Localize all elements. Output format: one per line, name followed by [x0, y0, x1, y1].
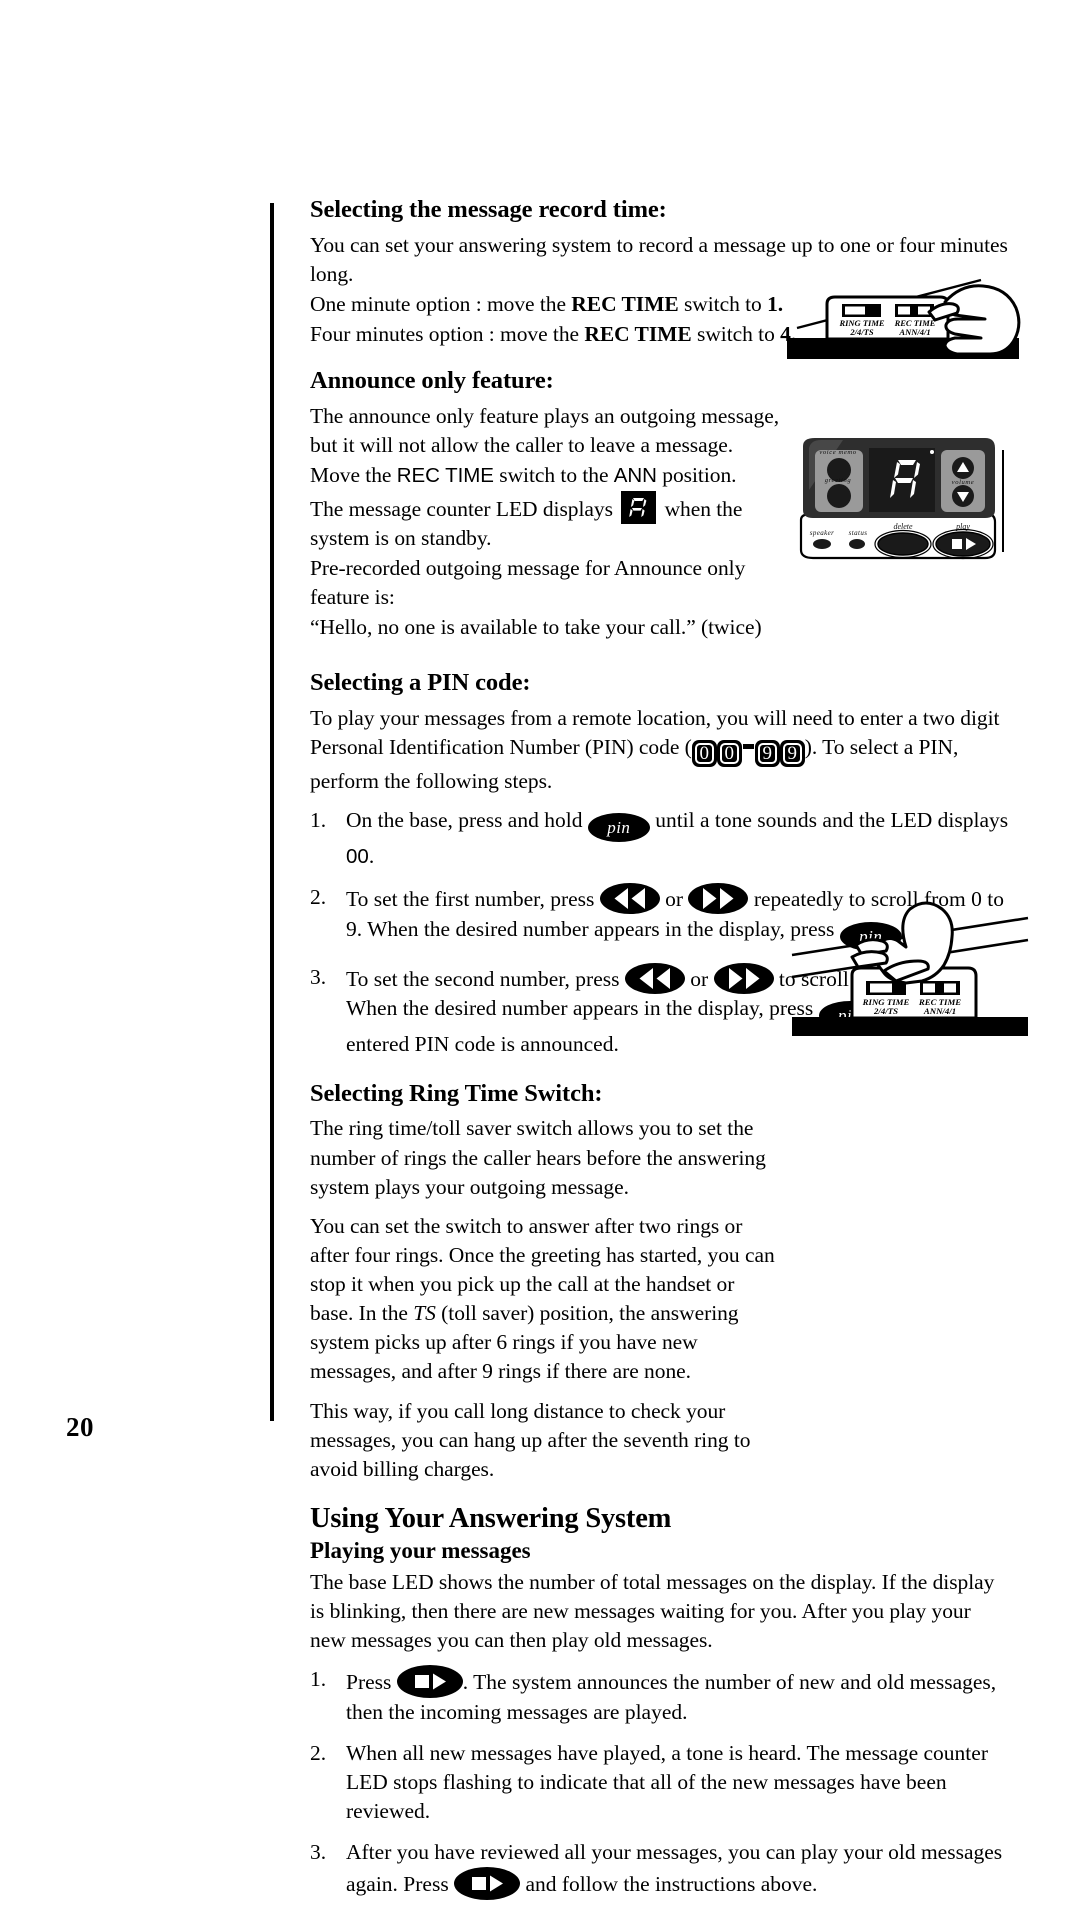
pin-range-digit-1: 0 [691, 740, 717, 768]
heading-pin-code: Selecting a PIN code: [310, 669, 531, 697]
label-status: status [849, 529, 868, 537]
label-speaker: speaker [810, 529, 835, 537]
heading-ring-time-switch: Selecting Ring Time Switch: [310, 1079, 603, 1107]
manual-page: 20 Selecting the message record time: Yo… [0, 0, 1080, 1901]
step-text-a: When all new messages have played, a ton… [346, 1741, 988, 1824]
toll-saver-abbrev: TS [413, 1301, 436, 1326]
announce-text-c: position. [656, 462, 737, 487]
paragraph-ring-time-3: This way, if you call long distance to c… [310, 1398, 751, 1481]
illustration-ring-time-switch: RING TIME 2/4/TS REC TIME ANN/4/1 [786, 895, 1034, 1040]
four-minutes-text-pre: Four minutes option : move the [310, 322, 585, 347]
switch-label-rec-time-line2: ANN/4/1 [898, 327, 930, 337]
heading-playing-your-messages: Playing your messages [310, 1538, 531, 1564]
rec-time-switch-label-2: REC TIME [584, 322, 692, 347]
rewind-button-icon[interactable] [599, 883, 660, 915]
list-item: 1. On the base, press and hold pin until… [310, 806, 1010, 871]
heading-using-answering-system: Using Your Answering System [310, 1502, 672, 1534]
paragraph-announce-only-1: The announce only feature plays an outgo… [310, 402, 780, 489]
paragraph-ring-time-2: You can set the switch to answer after t… [310, 1212, 780, 1387]
page-number: 20 [66, 1412, 94, 1442]
label-volume: volume [952, 479, 975, 486]
step-number: 1. [310, 1667, 327, 1692]
list-item: 3. After you have reviewed all your mess… [310, 1838, 1010, 1901]
label-delete: delete [893, 522, 913, 531]
rec-time-switch-label-3: REC TIME [396, 463, 494, 487]
paragraph-pin-intro: To play your messages from a remote loca… [310, 704, 1010, 796]
one-minute-value: 1. [767, 292, 784, 317]
play-button-icon[interactable] [454, 1867, 521, 1901]
step-number: 2. [310, 1741, 327, 1766]
step-text-b: and follow the instructions above. [525, 1872, 818, 1897]
pin-button-icon[interactable]: pin [587, 813, 650, 843]
one-minute-text-mid: switch to [678, 292, 768, 317]
fast-forward-button-icon[interactable] [713, 962, 774, 994]
pin-range-digit-2: 0 [716, 740, 742, 768]
step-number: 3. [310, 964, 327, 989]
illustration-rec-time-switch: RING TIME 2/4/TS REC TIME ANN/4/1 [785, 272, 1025, 372]
led-a-glyph-icon [621, 490, 657, 524]
step-text-or: or [665, 887, 684, 912]
four-minutes-text-mid: switch to [691, 322, 781, 347]
ann-position-label: ANN [613, 463, 657, 487]
list-item: 2. When all new messages have played, a … [310, 1739, 1010, 1826]
rewind-button-icon[interactable] [624, 962, 685, 994]
paragraph-playing-messages-intro: The base LED shows the number of total m… [310, 1569, 995, 1652]
playing-messages-steps-list: 1. Press . The system announces the numb… [310, 1665, 1010, 1901]
heading-record-time: Selecting the message record time: [310, 196, 667, 223]
play-button-icon[interactable] [396, 1665, 463, 1699]
list-item: 1. Press . The system announces the numb… [310, 1665, 1010, 1727]
announce-text-b: switch to the [493, 462, 614, 487]
led-value-00: 00 [346, 845, 369, 869]
step-number: 2. [310, 885, 327, 910]
pin-range-digit-4: 9 [779, 740, 805, 768]
label-voice-memo: voice memo [819, 449, 856, 456]
paragraph-prerecorded-msg-text: “Hello, no one is available to take your… [310, 615, 762, 640]
rec-time-switch-label-1: REC TIME [571, 292, 679, 317]
paragraph-prerecorded-msg-label: Pre-recorded outgoing message for Announ… [310, 555, 746, 610]
led-display-text-a: The message counter LED displays [310, 496, 613, 521]
step-number: 1. [310, 808, 327, 833]
fast-forward-button-icon[interactable] [688, 883, 749, 915]
step-text-b: until a tone sounds and the LED displays [655, 808, 1009, 833]
pin-range-dash-icon [742, 744, 754, 750]
label-greeting: greeting [825, 477, 852, 484]
illustration-base-unit-panel: voice memo greeting volume speaker statu… [795, 428, 1010, 566]
paragraph-ring-time-1: The ring time/toll saver switch allows y… [310, 1116, 766, 1199]
label-play: play [955, 522, 970, 531]
pin-range-digit-3: 9 [754, 740, 780, 768]
switch-label-rec-time-line2: ANN/4/1 [923, 1006, 956, 1016]
one-minute-text-pre: One minute option : move the [310, 292, 572, 317]
step-text-a: To set the second number, press [346, 966, 620, 991]
step-text-or: or [690, 966, 709, 991]
step-text-c: . [368, 844, 375, 869]
vertical-rule-divider [270, 203, 274, 1421]
paragraph-announce-only-2: The message counter LED displays when th… [310, 490, 790, 553]
step-text-a: Press [346, 1670, 392, 1695]
switch-label-ring-time-line2: 2/4/TS [873, 1006, 898, 1016]
switch-label-ring-time-line2: 2/4/TS [849, 327, 873, 337]
step-number: 3. [310, 1840, 327, 1865]
step-text-a: To set the first number, press [346, 887, 595, 912]
step-text-a: On the base, press and hold [346, 808, 583, 833]
